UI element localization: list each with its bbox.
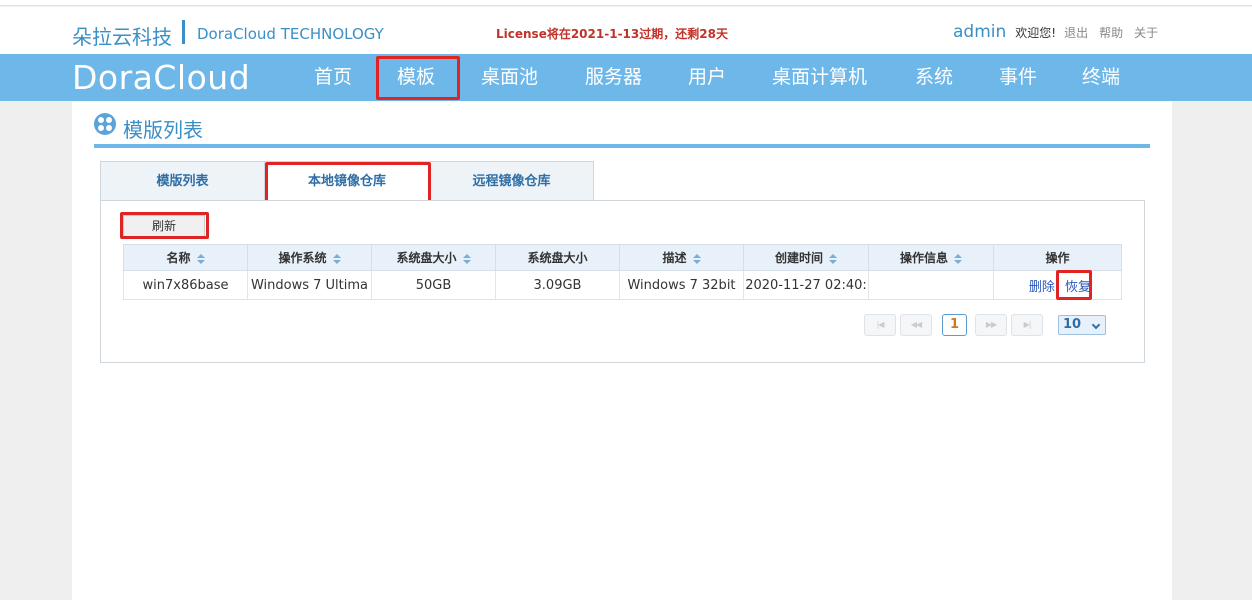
sort-icon	[332, 253, 341, 264]
page-number[interactable]: 1	[942, 314, 967, 336]
brand-name-cn: 朵拉云科技	[72, 25, 172, 49]
col-header-description[interactable]: 描述	[619, 244, 744, 271]
nav-item-events[interactable]: 事件	[999, 54, 1037, 101]
cell-actions: 删除 恢复	[993, 270, 1122, 300]
nav-item-home[interactable]: 首页	[314, 54, 352, 101]
col-header-os[interactable]: 操作系统	[247, 244, 372, 271]
logout-link[interactable]: 退出	[1064, 24, 1088, 41]
table-header-row: 名称 操作系统 系统盘大小 系统盘大小 描述 创建时间 操作信息 操作	[123, 244, 1122, 271]
tab-template-list[interactable]: 模版列表	[100, 161, 265, 201]
main-content: 模版列表 模版列表 本地镜像仓库 远程镜像仓库 刷新 名称 操作系统 系统盘大小…	[72, 101, 1172, 600]
doracloud-logo[interactable]: DoraCloud	[72, 58, 250, 97]
image-table: 名称 操作系统 系统盘大小 系统盘大小 描述 创建时间 操作信息 操作 win7…	[123, 244, 1122, 300]
help-link[interactable]: 帮助	[1099, 24, 1123, 41]
delete-link[interactable]: 删除	[1029, 280, 1055, 295]
nav-item-desktop-computers[interactable]: 桌面计算机	[772, 54, 867, 101]
active-nav-highlight	[376, 56, 460, 100]
col-header-info[interactable]: 操作信息	[868, 244, 994, 271]
main-nav: DoraCloud 首页 模板 桌面池 服务器 用户 桌面计算机 系统 事件 终…	[0, 54, 1252, 101]
brand-name-en: DoraCloud TECHNOLOGY	[197, 25, 384, 43]
refresh-button[interactable]: 刷新	[123, 215, 205, 237]
col-header-disk-used: 系统盘大小	[495, 244, 620, 271]
cell-os: Windows 7 Ultima	[247, 270, 372, 300]
table-row[interactable]: win7x86base Windows 7 Ultima 50GB 3.09GB…	[123, 270, 1122, 300]
username[interactable]: admin	[953, 22, 1006, 42]
nav-item-terminals[interactable]: 终端	[1082, 54, 1120, 101]
cell-disk-size: 50GB	[371, 270, 496, 300]
nav-item-system[interactable]: 系统	[915, 54, 953, 101]
chevron-down-icon	[1091, 320, 1101, 330]
sort-icon	[462, 253, 471, 264]
next-page-icon[interactable]: ▶▶	[975, 314, 1007, 336]
nav-item-users[interactable]: 用户	[688, 54, 726, 101]
cell-info	[868, 270, 994, 300]
sort-icon	[954, 253, 962, 264]
page-title: 模版列表	[123, 118, 203, 142]
header: 朵拉云科技 DoraCloud TECHNOLOGY License将在2021…	[0, 7, 1252, 54]
brand-divider	[182, 20, 185, 44]
top-strip	[0, 0, 1252, 6]
film-reel-icon	[94, 113, 116, 135]
image-repo-panel: 刷新 名称 操作系统 系统盘大小 系统盘大小 描述 创建时间 操作信息 操作 w…	[100, 200, 1145, 363]
page-size-select[interactable]: 10	[1058, 315, 1106, 335]
nav-item-desktop-pool[interactable]: 桌面池	[481, 54, 538, 101]
user-area: admin 欢迎您! 退出 帮助 关于	[953, 22, 1169, 42]
sort-icon	[692, 253, 701, 264]
col-header-name[interactable]: 名称	[123, 244, 248, 271]
cell-disk-used: 3.09GB	[495, 270, 620, 300]
last-page-icon[interactable]: ▶|	[1011, 314, 1043, 336]
cell-created: 2020-11-27 02:40:	[743, 270, 869, 300]
cell-description: Windows 7 32bit	[619, 270, 744, 300]
restore-link[interactable]: 恢复	[1065, 280, 1091, 295]
cell-name: win7x86base	[123, 270, 248, 300]
about-link[interactable]: 关于	[1134, 24, 1158, 41]
col-header-created[interactable]: 创建时间	[743, 244, 869, 271]
prev-page-icon[interactable]: ◀◀	[900, 314, 932, 336]
license-notice: License将在2021-1-13过期，还剩28天	[496, 27, 728, 41]
nav-item-servers[interactable]: 服务器	[585, 54, 642, 101]
col-header-actions: 操作	[993, 244, 1122, 271]
title-underline	[94, 144, 1150, 148]
tab-local-image-repo[interactable]: 本地镜像仓库	[264, 161, 430, 201]
col-header-disk-size[interactable]: 系统盘大小	[371, 244, 496, 271]
sort-icon	[196, 253, 205, 264]
sort-icon	[829, 253, 837, 264]
tab-remote-image-repo[interactable]: 远程镜像仓库	[429, 161, 594, 201]
welcome-text: 欢迎您!	[1015, 26, 1057, 40]
first-page-icon[interactable]: |◀	[864, 314, 896, 336]
